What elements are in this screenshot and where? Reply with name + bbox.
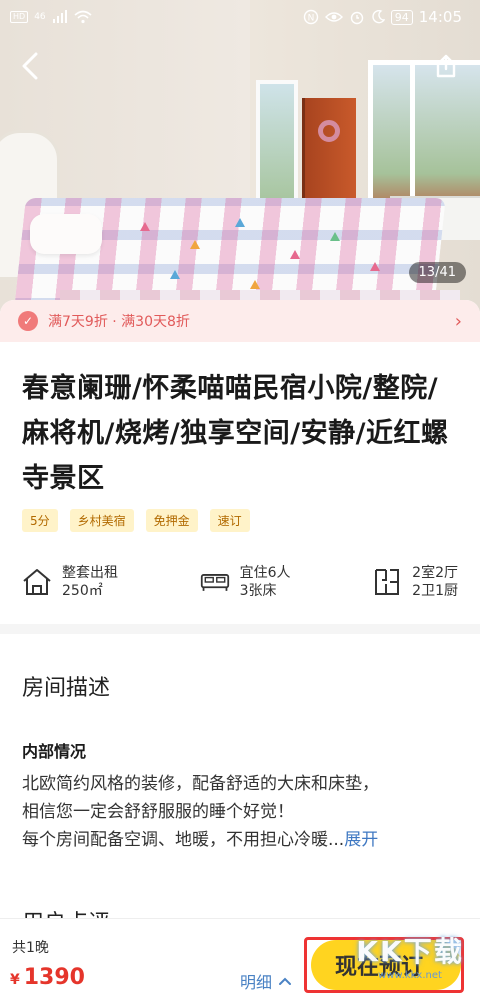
price-detail-button[interactable]: 明细 (240, 969, 292, 993)
back-button[interactable] (12, 48, 48, 84)
feature-row: 整套出租 250㎡ 宜住6人 3张床 2室2厅 2卫1厨 (22, 564, 458, 600)
listing-title: 春意阑珊/怀柔喵喵民宿小院/整院/麻将机/烧烤/独享空间/安静/近红螺寺景区 (22, 373, 449, 494)
section-title-description: 房间描述 (22, 676, 111, 701)
no-deposit-tag: 免押金 (145, 509, 198, 532)
feature-line1: 整套出租 (62, 565, 118, 581)
pillow (30, 214, 102, 254)
chevron-right-icon: › (454, 310, 462, 332)
alarm-icon (350, 11, 363, 25)
currency-symbol: ¥ (10, 972, 20, 988)
nights-count: 共1晚 (12, 940, 49, 956)
rural-stay-tag: 乡村美宿 (69, 509, 134, 532)
bed-icon (200, 567, 230, 597)
clock: 14:05 (418, 8, 462, 26)
nfc-icon: N (303, 9, 318, 25)
floorplan-icon (372, 567, 402, 597)
hero-photo[interactable] (0, 0, 480, 330)
promo-banner[interactable]: ✓ 满7天9折 · 满30天8折 › (0, 300, 480, 342)
share-icon (436, 54, 456, 78)
share-button[interactable] (428, 48, 464, 84)
wreath (318, 120, 340, 142)
description-line: 北欧简约风格的装修，配备舒适的大床和床垫， (22, 774, 379, 794)
photo-counter: 13/41 (408, 262, 466, 283)
discount-tag-icon: ✓ (18, 311, 38, 331)
tag-list: 5分 乡村美宿 免押金 速订 (22, 509, 480, 532)
description-subtitle: 内部情况 (22, 742, 87, 761)
battery-icon: 94 (390, 9, 413, 25)
house-icon (22, 567, 52, 597)
watermark-logo: KK下载 (356, 934, 464, 968)
description-line: 相信您一定会舒舒服服的睡个好觉！ (22, 802, 294, 822)
feature-line2: 2卫1厨 (412, 583, 458, 599)
hd-indicator: HD (10, 11, 29, 23)
moon-icon (372, 10, 385, 24)
instant-book-tag: 速订 (209, 509, 250, 532)
total-price: ¥1390 (10, 965, 85, 990)
promo-text: 满7天9折 · 满30天8折 (48, 314, 190, 330)
divider (0, 624, 480, 634)
price-detail-label: 明细 (240, 973, 273, 992)
signal-bars-icon (52, 10, 67, 23)
feature-line1: 宜住6人 (239, 565, 291, 581)
signal-icon: 46 (34, 12, 46, 22)
feature-capacity: 宜住6人 3张床 (200, 564, 291, 600)
score-tag: 5分 (22, 509, 58, 532)
expand-link[interactable]: 展开 (344, 830, 378, 850)
chevron-up-icon (279, 977, 292, 985)
watermark-url: www.kkx.net (378, 969, 442, 981)
feature-line2: 3张床 (239, 583, 277, 599)
svg-text:N: N (307, 14, 314, 24)
wifi-icon (74, 10, 92, 24)
eye-icon (324, 12, 343, 22)
listing-card: ✓ 满7天9折 · 满30天8折 › 春意阑珊/怀柔喵喵民宿小院/整院/麻将机/… (0, 300, 480, 996)
description-text: 北欧简约风格的装修，配备舒适的大床和床垫， 相信您一定会舒舒服服的睡个好觉！ 每… (22, 770, 458, 854)
chevron-left-icon (22, 52, 38, 80)
feature-line2: 250㎡ (62, 583, 103, 599)
status-bar: HD 46 N 94 14:05 (0, 0, 480, 34)
price-value: 1390 (23, 965, 85, 990)
site-watermark: KK下载 www.kkx.net (350, 920, 470, 990)
listing-page: HD 46 N 94 14:05 13/41 ✓ 满7天9折 · 满30天8折 … (0, 0, 480, 996)
description-line: 每个房间配备空调、地暖，不用担心冷暖... (22, 830, 345, 850)
feature-property-type: 整套出租 250㎡ (22, 564, 118, 600)
feature-layout: 2室2厅 2卫1厨 (372, 564, 458, 600)
feature-line1: 2室2厅 (412, 565, 458, 581)
